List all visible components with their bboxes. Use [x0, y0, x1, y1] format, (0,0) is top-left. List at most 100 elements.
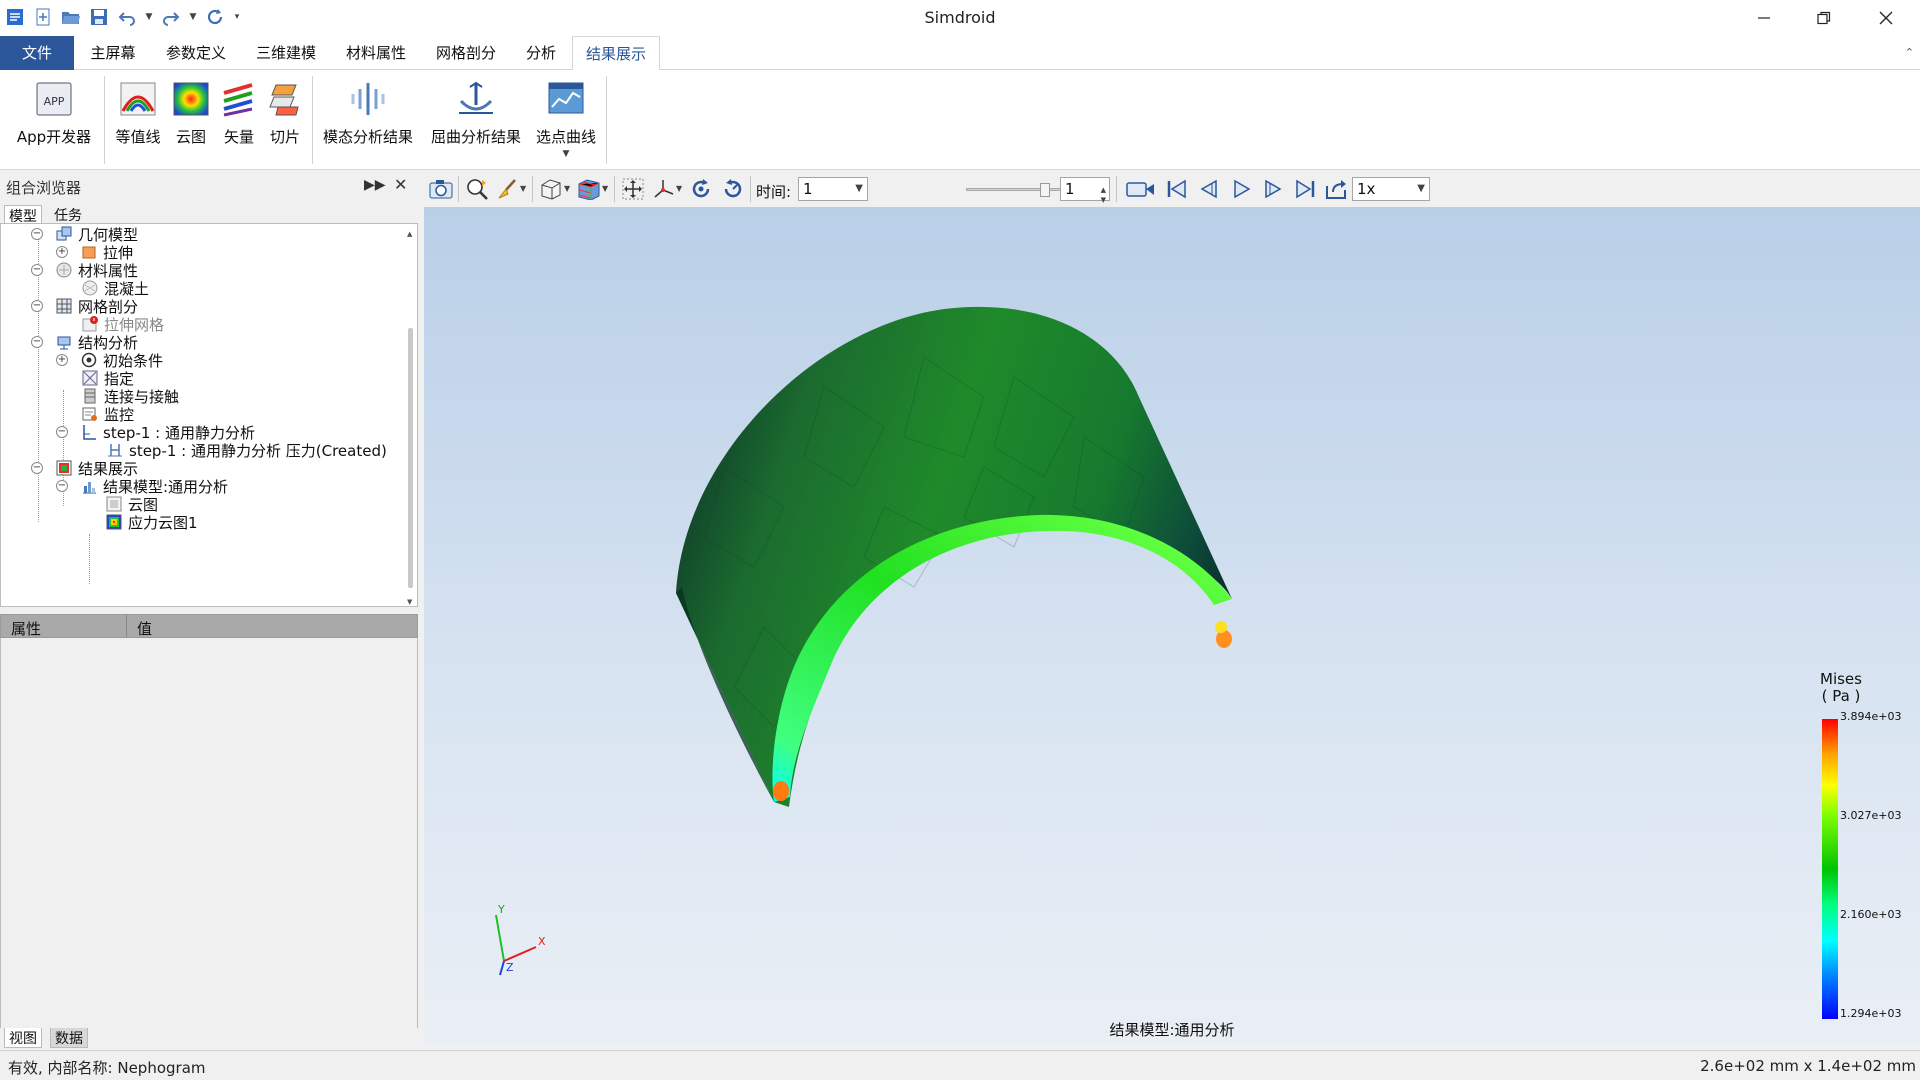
chevron-down-icon: ▼: [855, 183, 863, 194]
collapse-toggle-icon[interactable]: −: [31, 462, 43, 474]
status-dimensions: 2.6e+02 mm x 1.4e+02 mm: [1700, 1057, 1916, 1075]
expand-toggle-icon[interactable]: +: [56, 354, 68, 366]
record-button[interactable]: [1126, 177, 1156, 201]
column-header-value[interactable]: 值: [137, 618, 152, 639]
chevron-down-icon[interactable]: ▼: [520, 184, 526, 193]
collapse-toggle-icon[interactable]: −: [56, 426, 68, 438]
collapse-toggle-icon[interactable]: −: [31, 228, 43, 240]
scrollbar-thumb[interactable]: [408, 328, 413, 588]
tab-results[interactable]: 结果展示: [572, 36, 660, 71]
new-file-icon[interactable]: [32, 6, 54, 28]
play-button[interactable]: [1228, 177, 1254, 201]
rotate-button[interactable]: [688, 177, 714, 201]
tab-material[interactable]: 材料属性: [338, 36, 414, 70]
frame-spinbox[interactable]: 1 ▲ ▼: [1060, 177, 1110, 204]
refresh-icon[interactable]: [204, 6, 226, 28]
tab-file[interactable]: 文件: [0, 36, 74, 70]
collapse-ribbon-icon[interactable]: ⌃: [1905, 46, 1914, 59]
close-button[interactable]: [1858, 0, 1914, 36]
stress-hotspot: [773, 781, 789, 801]
tab-task[interactable]: 任务: [50, 205, 86, 225]
redo-dropdown-icon[interactable]: ▼: [188, 6, 198, 28]
pan-button[interactable]: [620, 177, 646, 201]
buckling-analysis-button[interactable]: 屈曲分析结果: [428, 78, 524, 166]
contour-lines-button[interactable]: 等值线: [112, 78, 164, 166]
toolbar-separator: [750, 176, 751, 202]
3d-viewport[interactable]: Y X Z Mises ( Pa ) 3.894e+03 3.027e+03 2…: [424, 207, 1920, 1045]
skip-last-icon: [1296, 179, 1315, 199]
dock-icon[interactable]: ▶▶: [364, 177, 386, 193]
modal-analysis-icon: [347, 78, 389, 120]
extrude-icon: [80, 244, 97, 261]
tab-view[interactable]: 视图: [4, 1028, 42, 1048]
tab-data[interactable]: 数据: [50, 1028, 88, 1048]
scroll-down-icon[interactable]: ▼: [407, 598, 412, 606]
view-cube-button[interactable]: [538, 177, 564, 201]
ribbon-panel: APP App开发器 等值线 云图 矢量 切片 模态分析结果 屈曲分析结果 选点…: [0, 70, 1920, 170]
vector-button[interactable]: 矢量: [218, 78, 260, 166]
zoom-fit-button[interactable]: [464, 177, 490, 201]
next-frame-button[interactable]: [1260, 177, 1286, 201]
mesh-icon: [55, 298, 72, 315]
model-tree: − 几何模型 + 拉伸 − 材料属性 混凝土 − 网格剖分 拉伸网格 − 结构分…: [0, 223, 418, 607]
cloud-map-button[interactable]: 云图: [170, 78, 212, 166]
axis-button[interactable]: [652, 177, 678, 201]
playback-speed-select[interactable]: 1x ▼: [1352, 177, 1430, 201]
undo-icon[interactable]: [116, 6, 138, 28]
clear-button[interactable]: [494, 177, 520, 201]
expand-toggle-icon[interactable]: +: [56, 246, 68, 258]
chevron-down-icon[interactable]: ▼: [676, 184, 682, 193]
customize-qat-icon[interactable]: ▾: [232, 6, 242, 28]
tab-model[interactable]: 模型: [4, 205, 42, 225]
tree-item-pressure[interactable]: step-1 : 通用静力分析 压力(Created): [106, 439, 387, 461]
rotate-icon: [692, 179, 710, 198]
first-frame-button[interactable]: [1164, 177, 1190, 201]
tab-analysis[interactable]: 分析: [516, 36, 566, 70]
restore-button[interactable]: [1796, 0, 1852, 36]
save-icon[interactable]: [88, 6, 110, 28]
previous-frame-button[interactable]: [1196, 177, 1222, 201]
collapse-toggle-icon[interactable]: −: [31, 300, 43, 312]
tree-item-stress-cloud[interactable]: 应力云图1: [105, 511, 198, 533]
toolbar-separator: [458, 176, 459, 202]
collapse-toggle-icon[interactable]: −: [31, 264, 43, 276]
app-developer-button[interactable]: APP App开发器: [14, 78, 94, 166]
time-select[interactable]: 1 ▼: [798, 177, 868, 201]
slice-button[interactable]: 切片: [264, 78, 306, 166]
tab-3d-modeling[interactable]: 三维建模: [248, 36, 324, 70]
scroll-up-icon[interactable]: ▲: [407, 230, 412, 238]
column-divider[interactable]: [126, 615, 127, 637]
chevron-down-icon[interactable]: ▼: [564, 184, 570, 193]
undo-dropdown-icon[interactable]: ▼: [144, 6, 154, 28]
collapse-toggle-icon[interactable]: −: [56, 480, 68, 492]
result-model[interactable]: [424, 207, 1920, 1045]
export-animation-button[interactable]: [1324, 177, 1350, 201]
reset-view-button[interactable]: [720, 177, 746, 201]
redo-icon[interactable]: [160, 6, 182, 28]
column-header-property[interactable]: 属性: [11, 618, 41, 639]
tab-home[interactable]: 主屏幕: [80, 36, 146, 70]
title-bar: ▼ ▼ ▾ Simdroid: [0, 0, 1920, 36]
app-menu-icon[interactable]: [4, 6, 26, 28]
chevron-down-icon[interactable]: ▼: [563, 149, 570, 159]
cloud-item-icon: [105, 496, 122, 513]
display-mode-button[interactable]: [576, 177, 602, 201]
modal-analysis-button[interactable]: 模态分析结果: [320, 78, 416, 166]
minimize-button[interactable]: [1736, 0, 1792, 36]
ribbon-separator: [104, 76, 105, 164]
bottom-tabs: 视图 数据: [0, 1028, 418, 1050]
play-icon: [1234, 179, 1251, 199]
tab-mesh[interactable]: 网格剖分: [428, 36, 504, 70]
result-model-icon: [80, 478, 97, 495]
tab-parameters[interactable]: 参数定义: [158, 36, 234, 70]
time-slider-thumb[interactable]: [1040, 183, 1050, 197]
close-panel-icon[interactable]: ✕: [394, 175, 407, 194]
tree-scrollbar[interactable]: ▲ ▼: [407, 230, 415, 606]
legend-title: Mises ( Pa ): [1820, 670, 1862, 705]
collapse-toggle-icon[interactable]: −: [31, 336, 43, 348]
point-curve-button[interactable]: 选点曲线 ▼: [534, 78, 598, 166]
last-frame-button[interactable]: [1292, 177, 1318, 201]
screenshot-button[interactable]: [428, 177, 454, 201]
chevron-down-icon[interactable]: ▼: [602, 184, 608, 193]
open-folder-icon[interactable]: [60, 6, 82, 28]
